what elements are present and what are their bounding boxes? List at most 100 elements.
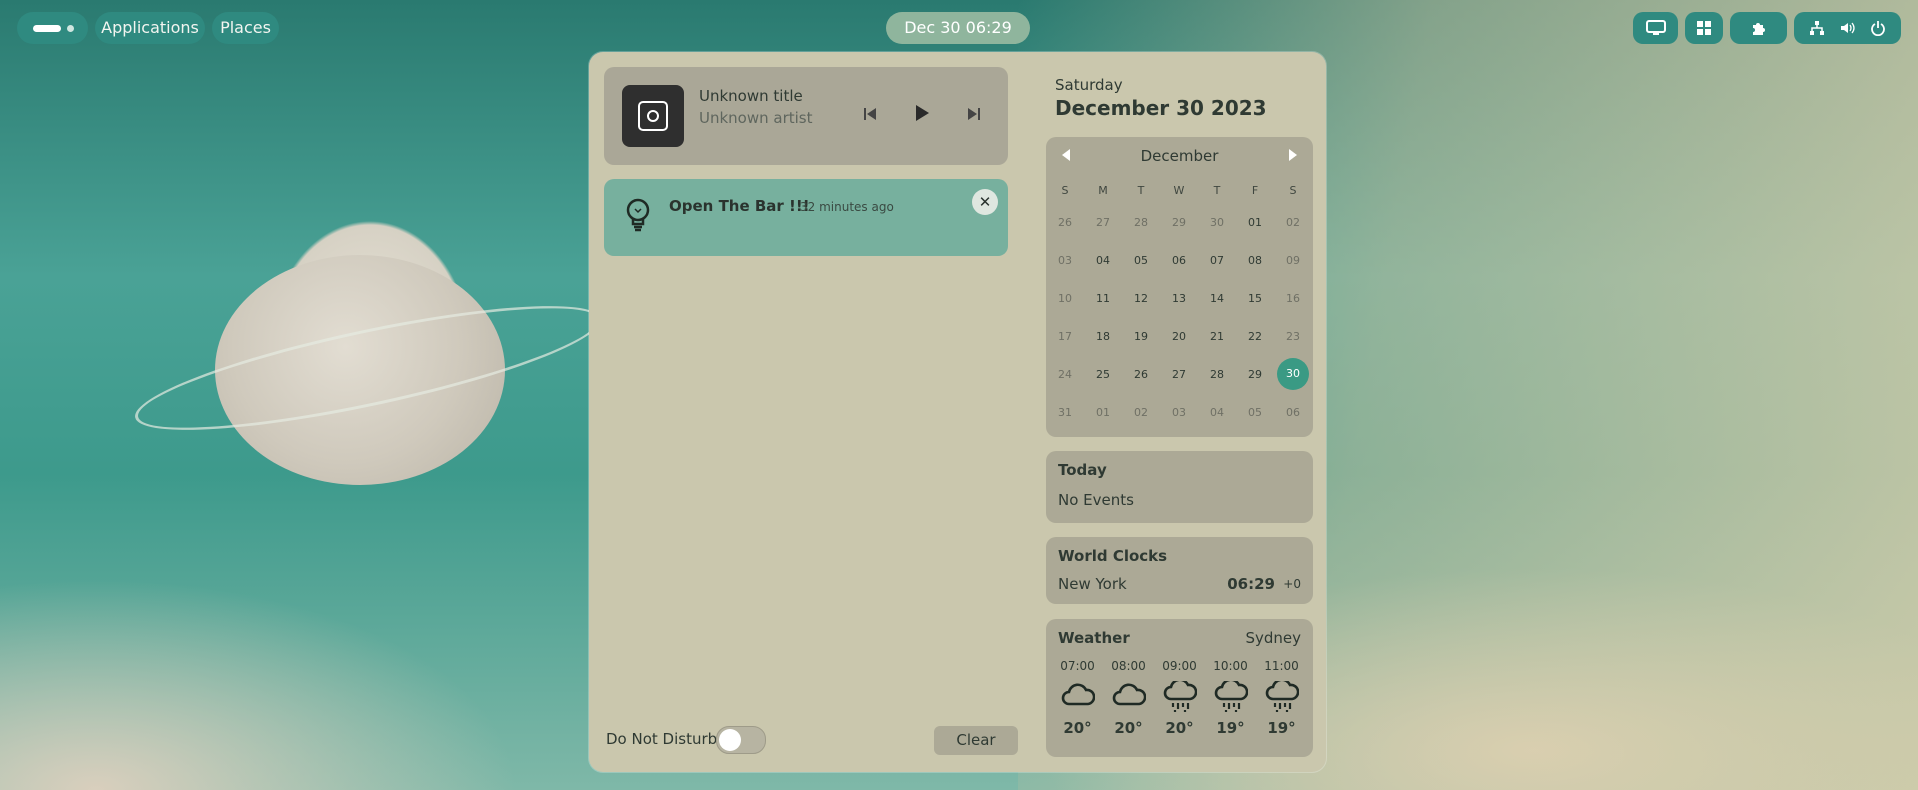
calendar-day[interactable]: 10 [1046,292,1084,305]
places-menu[interactable]: Places [212,12,279,44]
calendar-day-number: 31 [1058,405,1072,419]
calendar-day-number: 04 [1096,253,1110,267]
world-clock-time: 06:29 [1227,575,1275,593]
do-not-disturb-toggle[interactable] [716,726,766,754]
calendar-day[interactable]: 13 [1160,292,1198,305]
toggle-knob [719,729,741,751]
calendar-day-number: 15 [1248,291,1262,305]
calendar-day[interactable]: 27 [1084,216,1122,229]
weekday-header-cell: S [1289,183,1297,197]
windows-grid-icon [1697,21,1711,35]
weather-hour: 08:00 20° [1103,659,1154,737]
calendar-day[interactable]: 23 [1274,330,1312,343]
calendar-day-selected[interactable]: 30 [1274,358,1312,390]
date-time-button[interactable]: Dec 30 06:29 [886,12,1030,44]
calendar-day-number: 12 [1134,291,1148,305]
skip-forward-icon [968,108,980,120]
notification-title: Open The Bar !!! [669,197,810,215]
calendar-day[interactable]: 01 [1084,406,1122,419]
calendar-month-label: December [1140,147,1219,165]
calendar-day[interactable]: 25 [1084,368,1122,381]
calendar-day[interactable]: 30 [1198,216,1236,229]
calendar-day[interactable]: 15 [1236,292,1274,305]
calendar-day[interactable]: 14 [1198,292,1236,305]
weather-hour-temp: 19° [1267,719,1296,737]
play-button[interactable] [909,103,935,129]
weather-hour: 10:00 19° [1205,659,1256,737]
calendar-day[interactable]: 21 [1198,330,1236,343]
calendar-day-number: 21 [1210,329,1224,343]
weather-hour: 09:00 20° [1154,659,1205,737]
calendar-day-number: 19 [1134,329,1148,343]
calendar-week-row: 31 01 02 03 04 05 06 [1046,393,1313,431]
world-clocks-section[interactable]: World Clocks New York 06:29 +0 [1046,537,1313,604]
calendar-day[interactable]: 04 [1198,406,1236,419]
calendar-day[interactable]: 29 [1236,368,1274,381]
applications-menu[interactable]: Applications [95,12,205,44]
calendar-day[interactable]: 01 [1236,216,1274,229]
calendar-day[interactable]: 16 [1274,292,1312,305]
calendar-grid: S M T W T F S 26 27 28 29 30 01 02 03 04 05 06 07 08 09 10 11 1… [1046,177,1313,431]
next-month-button[interactable] [1283,147,1303,167]
weather-section[interactable]: Weather Sydney 07:00 20° 08:00 20° 09:00 20° 1… [1046,619,1313,757]
calendar-day[interactable]: 28 [1122,216,1160,229]
calendar-day[interactable]: 28 [1198,368,1236,381]
calendar-day[interactable]: 12 [1122,292,1160,305]
next-track-button[interactable] [961,103,987,129]
weather-title: Weather [1058,629,1130,647]
calendar-day-number: 29 [1172,215,1186,229]
calendar-day[interactable]: 17 [1046,330,1084,343]
calendar-day-number: 01 [1248,215,1262,229]
calendar-day[interactable]: 19 [1122,330,1160,343]
window-overview-button[interactable] [1685,12,1723,44]
calendar-day[interactable]: 20 [1160,330,1198,343]
calendar-day[interactable]: 06 [1274,406,1312,419]
calendar-day[interactable]: 26 [1046,216,1084,229]
events-section[interactable]: Today No Events [1046,451,1313,523]
calendar-day[interactable]: 29 [1160,216,1198,229]
calendar-day[interactable]: 26 [1122,368,1160,381]
weather-hour-time: 09:00 [1162,659,1197,673]
workspace-active-indicator [33,25,61,32]
calendar-week-row: 26 27 28 29 30 01 02 [1046,203,1313,241]
calendar-day[interactable]: 11 [1084,292,1122,305]
calendar-day[interactable]: 07 [1198,254,1236,267]
calendar-day[interactable]: 24 [1046,368,1084,381]
weather-hour: 07:00 20° [1052,659,1103,737]
weekday-header-cell: M [1098,183,1108,197]
calendar-day[interactable]: 05 [1236,406,1274,419]
calendar-day-number: 09 [1286,253,1300,267]
calendar-day[interactable]: 03 [1160,406,1198,419]
clear-notifications-button[interactable]: Clear [934,726,1018,755]
events-title: Today [1058,461,1107,479]
extensions-button[interactable] [1730,12,1787,44]
skip-back-icon [864,108,876,120]
calendar-day[interactable]: 04 [1084,254,1122,267]
notification-card[interactable]: Open The Bar !!! 32 minutes ago ✕ [604,179,1008,256]
calendar-day[interactable]: 22 [1236,330,1274,343]
calendar-day[interactable]: 18 [1084,330,1122,343]
weekday-header-cell: T [1137,183,1145,197]
calendar-day[interactable]: 09 [1274,254,1312,267]
calendar-day[interactable]: 03 [1046,254,1084,267]
calendar-day-number: 06 [1172,253,1186,267]
calendar-day[interactable]: 05 [1122,254,1160,267]
calendar-day-number: 26 [1134,367,1148,381]
world-clock-offset: +0 [1283,577,1301,591]
calendar-day[interactable]: 31 [1046,406,1084,419]
calendar-day[interactable]: 02 [1274,216,1312,229]
calendar-day-number: 02 [1286,215,1300,229]
calendar-day[interactable]: 06 [1160,254,1198,267]
play-icon [916,105,929,121]
calendar-day-number: 23 [1286,329,1300,343]
calendar-day[interactable]: 02 [1122,406,1160,419]
calendar-day[interactable]: 08 [1236,254,1274,267]
calendar-day[interactable]: 27 [1160,368,1198,381]
close-notification-button[interactable]: ✕ [972,189,998,215]
system-menu-button[interactable] [1794,12,1901,44]
previous-track-button[interactable] [857,103,883,129]
screen-sharing-button[interactable] [1633,12,1678,44]
activities-button[interactable] [17,12,88,44]
full-date-label[interactable]: December 30 2023 [1055,96,1267,120]
weather-hour-time: 08:00 [1111,659,1146,673]
